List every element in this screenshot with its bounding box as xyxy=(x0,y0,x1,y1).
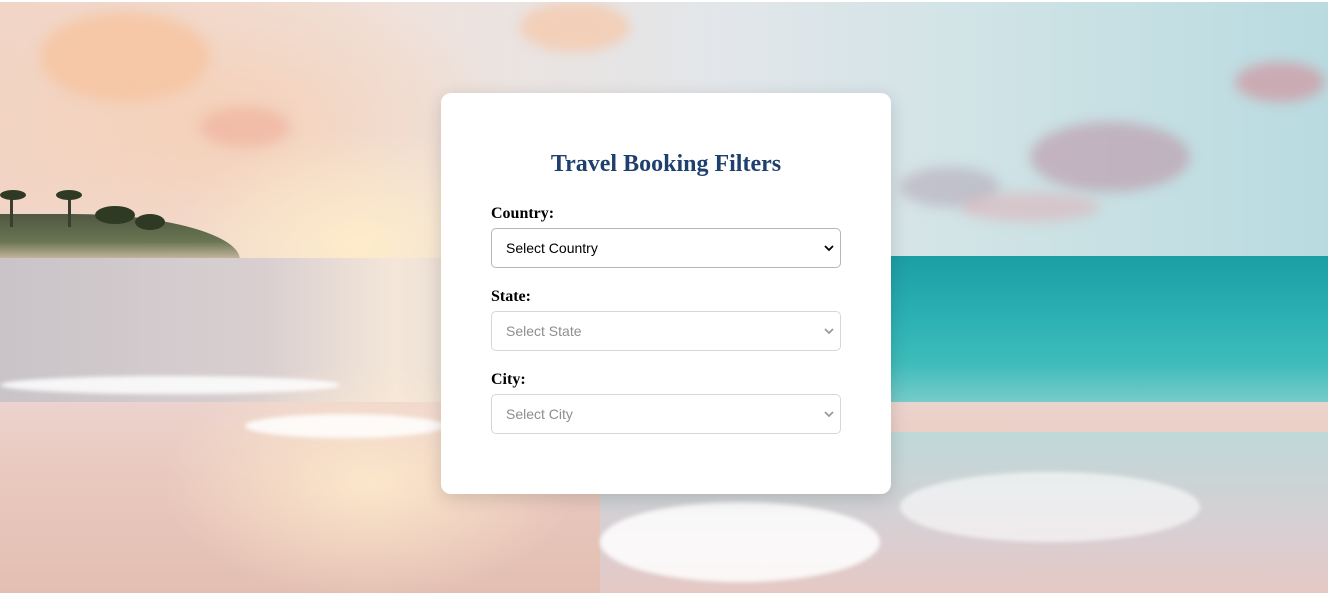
city-select-value: Select City xyxy=(506,406,573,422)
wave-foam xyxy=(245,414,445,438)
palm-tree xyxy=(68,197,71,227)
palm-tree xyxy=(10,197,13,227)
cloud xyxy=(960,192,1100,222)
palm-tree xyxy=(0,190,26,200)
country-select-value: Select Country xyxy=(506,240,598,256)
wave-foam xyxy=(600,502,880,582)
state-select[interactable]: Select State xyxy=(491,311,841,351)
chevron-down-icon xyxy=(824,328,834,335)
city-select[interactable]: Select City xyxy=(491,394,841,434)
cloud xyxy=(1030,122,1190,192)
city-label: City: xyxy=(491,371,526,388)
wave-foam xyxy=(0,376,340,394)
chevron-down-icon xyxy=(824,245,834,252)
country-select[interactable]: Select Country xyxy=(491,228,841,268)
palm-tree xyxy=(135,214,165,230)
country-label: Country: xyxy=(491,205,555,222)
cloud xyxy=(1235,62,1325,102)
state-label: State: xyxy=(491,288,531,305)
state-select-value: Select State xyxy=(506,323,582,339)
cloud xyxy=(520,2,630,52)
chevron-down-icon xyxy=(824,411,834,418)
palm-tree xyxy=(95,206,135,224)
filter-card: Travel Booking Filters Country: Select C… xyxy=(441,93,891,494)
cloud xyxy=(200,107,290,147)
wave-foam xyxy=(900,472,1200,542)
palm-tree xyxy=(56,190,82,200)
page-title: Travel Booking Filters xyxy=(550,151,782,177)
cloud xyxy=(40,12,210,102)
